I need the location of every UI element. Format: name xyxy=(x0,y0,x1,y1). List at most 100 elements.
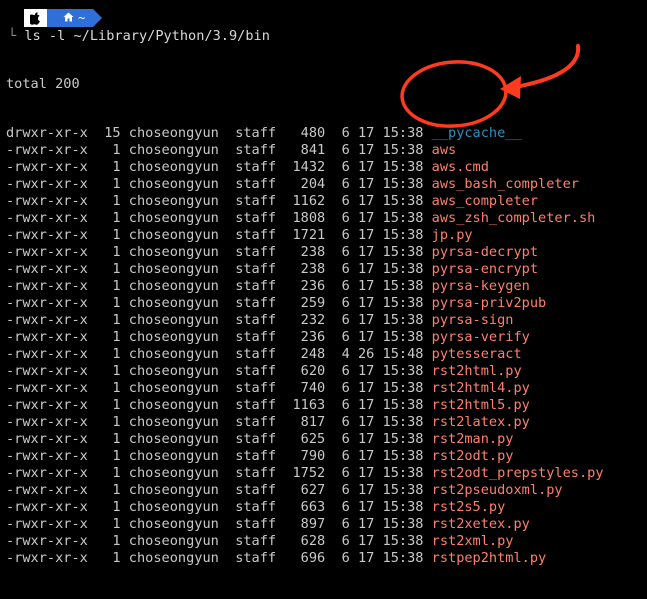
mod-month: 6 xyxy=(333,397,350,413)
permissions: -rwxr-xr-x xyxy=(6,227,88,243)
permissions: -rwxr-xr-x xyxy=(6,448,88,464)
owner: choseongyun xyxy=(128,295,219,311)
mod-month: 6 xyxy=(333,159,350,175)
link-count: 1 xyxy=(96,210,121,226)
mod-time: 15:38 xyxy=(382,397,424,413)
owner: choseongyun xyxy=(128,448,219,464)
mod-day: 17 xyxy=(357,244,375,260)
owner: choseongyun xyxy=(128,159,219,175)
mod-time: 15:38 xyxy=(382,278,424,294)
file-size: 696 xyxy=(284,550,326,566)
mod-time: 15:38 xyxy=(382,363,424,379)
file-name: pyrsa-encrypt xyxy=(431,261,539,277)
file-row: -rwxr-xr-x 1 choseongyun staff 740 6 17 … xyxy=(6,380,604,397)
file-size: 628 xyxy=(284,533,326,549)
file-name: rst2html.py xyxy=(431,363,522,379)
mod-time: 15:38 xyxy=(382,227,424,243)
file-size: 627 xyxy=(284,482,326,498)
permissions: -rwxr-xr-x xyxy=(6,261,88,277)
file-size: 236 xyxy=(284,278,326,294)
link-count: 1 xyxy=(96,312,121,328)
group: staff xyxy=(235,380,277,396)
group: staff xyxy=(235,431,277,447)
mod-time: 15:38 xyxy=(382,499,424,515)
mod-month: 6 xyxy=(333,312,350,328)
mod-time: 15:38 xyxy=(382,193,424,209)
mod-time: 15:38 xyxy=(382,482,424,498)
file-size: 663 xyxy=(284,499,326,515)
file-row: -rwxr-xr-x 1 choseongyun staff 817 6 17 … xyxy=(6,414,604,431)
mod-month: 6 xyxy=(333,482,350,498)
mod-month: 6 xyxy=(333,210,350,226)
mod-month: 6 xyxy=(333,142,350,158)
file-name: rst2odt.py xyxy=(431,448,514,464)
group: staff xyxy=(235,448,277,464)
owner: choseongyun xyxy=(128,482,219,498)
permissions: -rwxr-xr-x xyxy=(6,210,88,226)
mod-month: 6 xyxy=(333,227,350,243)
permissions: -rwxr-xr-x xyxy=(6,159,88,175)
file-name: pyrsa-decrypt xyxy=(431,244,539,260)
mod-day: 26 xyxy=(357,346,375,362)
mod-time: 15:38 xyxy=(382,516,424,532)
owner: choseongyun xyxy=(128,516,219,532)
link-count: 1 xyxy=(96,278,121,294)
file-name: pytesseract xyxy=(431,346,522,362)
mod-day: 17 xyxy=(357,482,375,498)
link-count: 1 xyxy=(96,244,121,260)
file-row: -rwxr-xr-x 1 choseongyun staff 628 6 17 … xyxy=(6,533,604,550)
apple-icon xyxy=(24,9,56,27)
file-size: 259 xyxy=(284,295,326,311)
file-name: rst2latex.py xyxy=(431,414,530,430)
owner: choseongyun xyxy=(128,533,219,549)
file-name: rst2s5.py xyxy=(431,499,506,515)
group: staff xyxy=(235,465,277,481)
file-name: aws_zsh_completer.sh xyxy=(431,210,596,226)
group: staff xyxy=(235,125,277,141)
group: staff xyxy=(235,397,277,413)
file-list: drwxr-xr-x 15 choseongyun staff 480 6 17… xyxy=(6,125,604,567)
link-count: 1 xyxy=(96,295,121,311)
group: staff xyxy=(235,295,277,311)
owner: choseongyun xyxy=(128,431,219,447)
file-size: 232 xyxy=(284,312,326,328)
link-count: 1 xyxy=(96,329,121,345)
file-row: -rwxr-xr-x 1 choseongyun staff 1432 6 17… xyxy=(6,159,604,176)
owner: choseongyun xyxy=(128,227,219,243)
file-row: -rwxr-xr-x 1 choseongyun staff 1721 6 17… xyxy=(6,227,604,244)
mod-time: 15:38 xyxy=(382,125,424,141)
mod-day: 17 xyxy=(357,210,375,226)
permissions: -rwxr-xr-x xyxy=(6,516,88,532)
mod-time: 15:38 xyxy=(382,295,424,311)
owner: choseongyun xyxy=(128,210,219,226)
group: staff xyxy=(235,227,277,243)
mod-month: 6 xyxy=(333,431,350,447)
file-row: -rwxr-xr-x 1 choseongyun staff 790 6 17 … xyxy=(6,448,604,465)
mod-time: 15:38 xyxy=(382,159,424,175)
permissions: -rwxr-xr-x xyxy=(6,312,88,328)
link-count: 1 xyxy=(96,431,121,447)
file-name: aws.cmd xyxy=(431,159,489,175)
file-name: __pycache__ xyxy=(431,125,522,141)
file-name: rst2xetex.py xyxy=(431,516,530,532)
permissions: -rwxr-xr-x xyxy=(6,380,88,396)
permissions: -rwxr-xr-x xyxy=(6,482,88,498)
file-name: pyrsa-priv2pub xyxy=(431,295,547,311)
mod-month: 6 xyxy=(333,363,350,379)
file-row: -rwxr-xr-x 1 choseongyun staff 663 6 17 … xyxy=(6,499,604,516)
owner: choseongyun xyxy=(128,261,219,277)
file-row: -rwxr-xr-x 1 choseongyun staff 1752 6 17… xyxy=(6,465,604,482)
file-row: drwxr-xr-x 15 choseongyun staff 480 6 17… xyxy=(6,125,604,142)
command-line[interactable]: └ ls -l ~/Library/Python/3.9/bin xyxy=(8,28,270,45)
group: staff xyxy=(235,329,277,345)
mod-time: 15:38 xyxy=(382,142,424,158)
permissions: -rwxr-xr-x xyxy=(6,346,88,362)
owner: choseongyun xyxy=(128,142,219,158)
link-count: 1 xyxy=(96,414,121,430)
owner: choseongyun xyxy=(128,465,219,481)
mod-time: 15:38 xyxy=(382,244,424,260)
file-name: jp.py xyxy=(431,227,473,243)
home-dir-segment: ~ xyxy=(47,9,103,27)
file-name: rst2pseudoxml.py xyxy=(431,482,563,498)
mod-day: 17 xyxy=(357,193,375,209)
